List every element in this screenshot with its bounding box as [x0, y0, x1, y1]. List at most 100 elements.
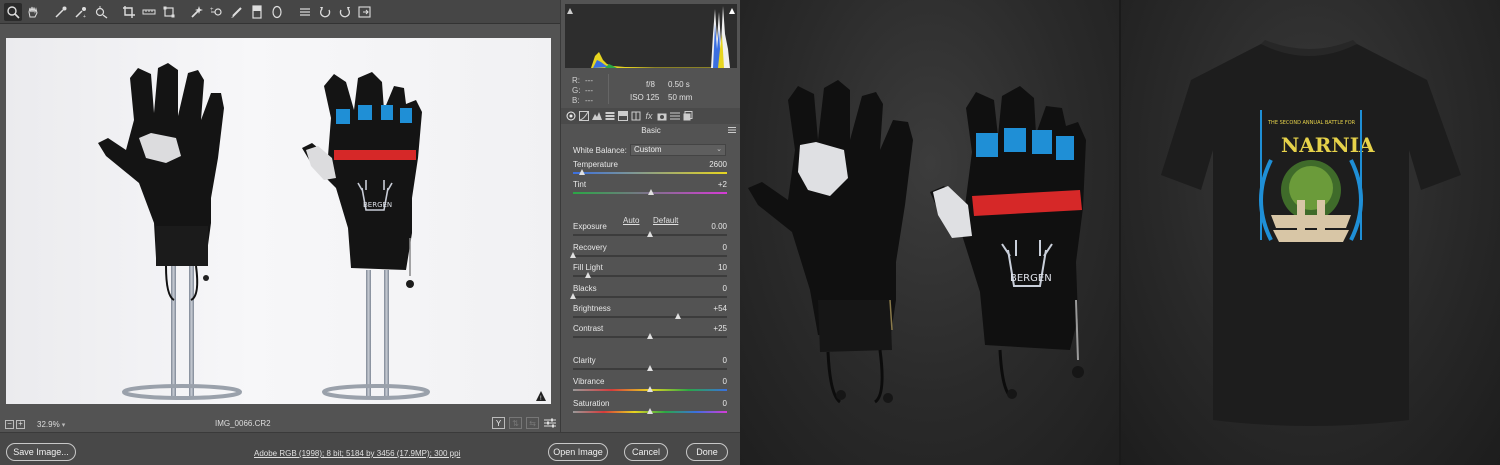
color-sampler-icon[interactable]: + — [72, 3, 90, 21]
chevron-down-icon: ▾ — [61, 421, 66, 429]
slider-value[interactable]: 0 — [723, 243, 727, 252]
detail-tab-icon[interactable] — [591, 110, 603, 122]
slider-value[interactable]: +2 — [718, 180, 727, 189]
slider-thumb[interactable] — [570, 252, 576, 258]
slider-contrast[interactable]: Contrast +25 — [573, 324, 727, 344]
slider-fill-light[interactable]: Fill Light 10 — [573, 263, 727, 283]
copy-settings-icon[interactable]: ⇆ — [526, 417, 539, 429]
slider-label: Clarity — [573, 356, 596, 365]
slider-temperature[interactable]: Temperature 2600 — [573, 160, 727, 180]
snapshots-tab-icon[interactable] — [682, 110, 694, 122]
slider-thumb[interactable] — [647, 333, 653, 339]
glove-product-image: BERGEN — [748, 80, 1086, 404]
slider-value[interactable]: 0 — [723, 377, 727, 386]
radial-filter-icon[interactable] — [268, 3, 286, 21]
slider-value[interactable]: 10 — [718, 263, 727, 272]
adjustment-panel: R: --- G: --- B: --- f/8 0.50 s ISO 125 … — [560, 0, 741, 432]
glove-logo: BERGEN — [363, 201, 392, 209]
slider-brightness[interactable]: Brightness +54 — [573, 304, 727, 324]
graduated-filter-icon[interactable] — [248, 3, 266, 21]
zoom-in-button[interactable]: + — [16, 419, 25, 429]
hsl-tab-icon[interactable] — [604, 110, 616, 122]
shadow-clipping-warning-icon[interactable] — [567, 6, 573, 14]
slider-tint[interactable]: Tint +2 — [573, 180, 727, 200]
open-image-button[interactable]: Open Image — [548, 443, 608, 461]
slider-track[interactable] — [573, 296, 727, 298]
slider-thumb[interactable] — [647, 365, 653, 371]
slider-value[interactable]: 0.00 — [711, 222, 727, 231]
slider-value[interactable]: 2600 — [709, 160, 727, 169]
white-balance-select[interactable]: Custom ⌄ — [630, 144, 726, 156]
slider-recovery[interactable]: Recovery 0 — [570, 243, 727, 263]
slider-track[interactable] — [573, 275, 727, 277]
slider-blacks[interactable]: Blacks 0 — [570, 284, 727, 304]
tone-curve-tab-icon[interactable] — [578, 110, 590, 122]
spot-removal-icon[interactable] — [188, 3, 206, 21]
transform-icon[interactable] — [160, 3, 178, 21]
red-eye-icon[interactable]: + — [208, 3, 226, 21]
fullscreen-icon[interactable] — [356, 4, 372, 20]
toggle-settings-icon[interactable] — [543, 417, 556, 429]
slider-value[interactable]: 0 — [723, 356, 727, 365]
image-preview[interactable]: BERGEN ! — [6, 38, 551, 404]
highlight-clipping-warning-icon[interactable]: ! — [535, 390, 547, 402]
slider-value[interactable]: 0 — [723, 284, 727, 293]
slider-thumb[interactable] — [647, 386, 653, 392]
slider-label: Exposure — [573, 222, 607, 231]
slider-track[interactable] — [573, 255, 727, 257]
preferences-list-icon[interactable] — [296, 3, 314, 21]
slider-clarity[interactable]: Clarity 0 — [573, 356, 727, 376]
crop-icon[interactable] — [120, 3, 138, 21]
slider-exposure[interactable]: Exposure 0.00 — [573, 222, 727, 242]
split-toning-tab-icon[interactable] — [617, 110, 629, 122]
done-button[interactable]: Done — [686, 443, 728, 461]
workflow-options-link[interactable]: Adobe RGB (1998); 8 bit; 5184 by 3456 (1… — [254, 449, 460, 458]
tshirt-image: THE SECOND ANNUAL BATTLE FOR NARNIA — [1161, 40, 1461, 426]
slider-thumb[interactable] — [647, 189, 654, 195]
chevron-down-icon: ⌄ — [716, 146, 722, 153]
slider-saturation[interactable]: Saturation 0 — [573, 399, 727, 419]
panel-title: Basic — [641, 126, 661, 135]
eyedropper-icon[interactable] — [52, 3, 70, 21]
dialog-footer: Save Image... Adobe RGB (1998); 8 bit; 5… — [0, 432, 740, 465]
before-after-toggle[interactable]: Y — [492, 417, 505, 429]
slider-thumb[interactable] — [570, 293, 576, 299]
save-image-button[interactable]: Save Image... — [6, 443, 76, 461]
shutter-speed: 0.50 s — [668, 80, 690, 89]
slider-value[interactable]: 0 — [723, 399, 727, 408]
basic-tab-icon[interactable] — [565, 110, 577, 122]
toolbar: + + — [0, 0, 560, 24]
slider-value[interactable]: +25 — [713, 324, 727, 333]
straighten-icon[interactable] — [140, 3, 158, 21]
zoom-tool-icon[interactable] — [4, 2, 22, 21]
camera-calibration-tab-icon[interactable] — [656, 110, 668, 122]
adjustment-brush-icon[interactable] — [228, 3, 246, 21]
targeted-adjustment-icon[interactable] — [92, 3, 110, 21]
swap-settings-icon[interactable]: ⇅ — [509, 417, 522, 429]
hand-tool-icon[interactable] — [24, 3, 42, 21]
cancel-button[interactable]: Cancel — [624, 443, 668, 461]
slider-label: Vibrance — [573, 377, 605, 386]
effects-tab-icon[interactable]: fx — [643, 110, 655, 122]
svg-text:+: + — [210, 7, 214, 13]
slider-value[interactable]: +54 — [713, 304, 727, 313]
slider-thumb[interactable] — [647, 231, 653, 237]
g-value: --- — [585, 86, 593, 95]
slider-thumb[interactable] — [675, 313, 682, 319]
edited-glove-photo: BERGEN — [740, 0, 1120, 465]
zoom-level[interactable]: 32.9% ▾ — [37, 420, 77, 429]
slider-track[interactable] — [573, 172, 727, 174]
slider-thumb[interactable] — [647, 408, 653, 414]
rotate-right-icon[interactable] — [336, 3, 354, 21]
rotate-left-icon[interactable] — [316, 3, 334, 21]
lens-corrections-tab-icon[interactable] — [630, 110, 642, 122]
slider-track[interactable] — [573, 316, 727, 318]
slider-thumb[interactable] — [579, 169, 586, 175]
slider-thumb[interactable] — [585, 272, 592, 278]
slider-vibrance[interactable]: Vibrance 0 — [573, 377, 727, 397]
zoom-out-button[interactable]: − — [5, 419, 14, 429]
panel-menu-icon[interactable] — [728, 126, 736, 134]
presets-tab-icon[interactable] — [669, 110, 681, 122]
highlight-clipping-toggle-icon[interactable] — [729, 6, 735, 14]
slider-label: Recovery — [573, 243, 607, 252]
